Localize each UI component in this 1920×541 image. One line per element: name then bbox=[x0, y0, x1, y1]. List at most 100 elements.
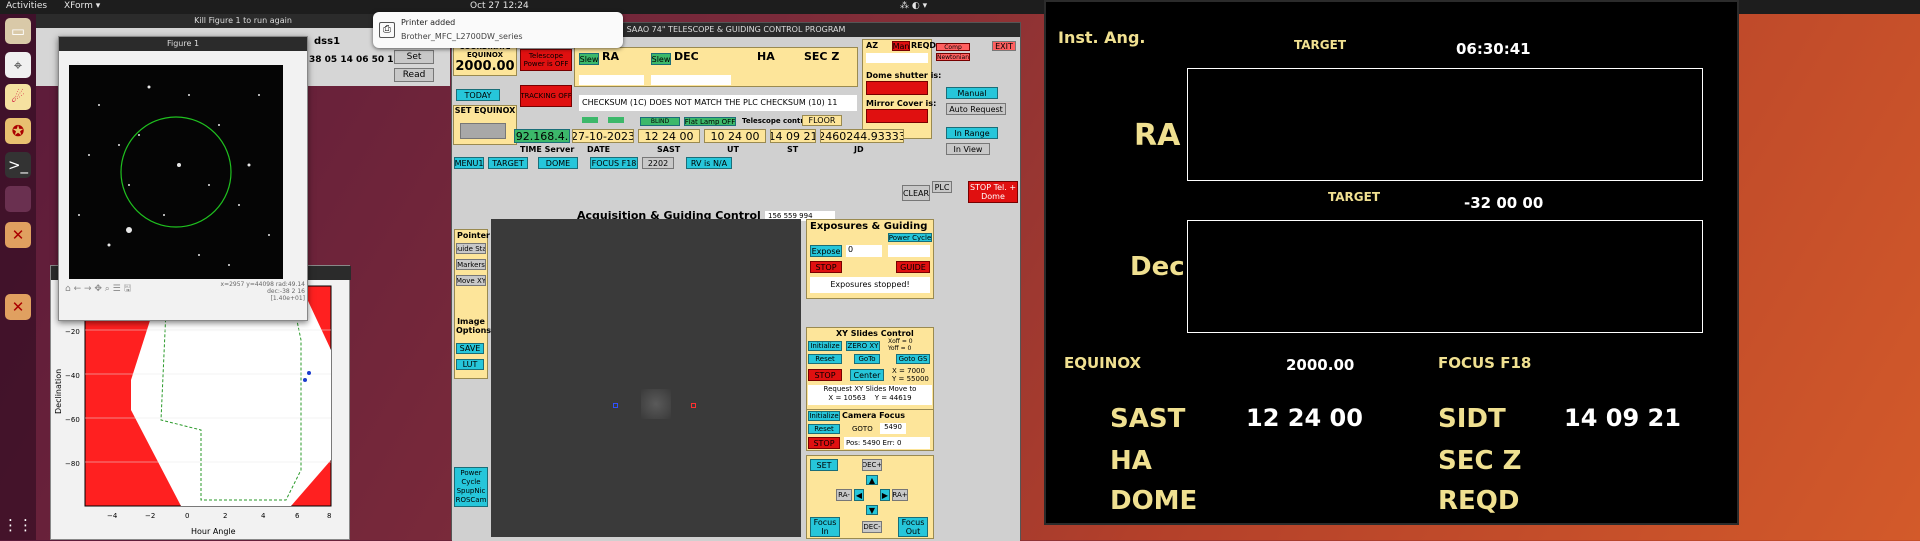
target-label-2: TARGET bbox=[1328, 190, 1381, 204]
ra-display-box bbox=[1187, 68, 1703, 181]
newtonian-indicator[interactable]: Newtonian bbox=[936, 53, 970, 61]
dss-label: dss1 bbox=[314, 36, 341, 47]
ubuntu-icon-2[interactable]: ✕ bbox=[5, 294, 31, 320]
save-button[interactable]: SAVE bbox=[456, 343, 484, 354]
camera-stop-button[interactable]: STOP bbox=[808, 437, 840, 449]
dec-plus-button[interactable]: DEC+ bbox=[862, 459, 882, 471]
terminal-icon[interactable]: >_ bbox=[5, 152, 31, 178]
flat-lamp-indicator[interactable]: Flat Lamp OFF bbox=[684, 117, 736, 126]
guide-button[interactable]: GUIDE bbox=[896, 261, 930, 273]
xy-request: Request XY Slides Move to X = 10563 Y = … bbox=[808, 385, 932, 405]
comp-indicator[interactable]: Comp bbox=[936, 43, 970, 51]
mirror-cover-label: Mirror Cover is: bbox=[866, 99, 937, 108]
menu1-button[interactable]: MENU1 bbox=[454, 157, 484, 169]
target-time: 06:30:41 bbox=[1456, 40, 1531, 58]
files-icon[interactable]: ▭ bbox=[5, 18, 31, 44]
auto-request-button[interactable]: Auto Request bbox=[946, 103, 1006, 115]
arrow-right-icon[interactable]: ▶ bbox=[880, 489, 890, 501]
arrow-left-icon[interactable]: ◀ bbox=[854, 489, 864, 501]
secz-label: SEC Z bbox=[804, 50, 840, 63]
guide-star-button[interactable]: Guide Star bbox=[456, 243, 486, 254]
move-xy-button[interactable]: Move XY bbox=[456, 275, 486, 286]
set-equinox-field[interactable] bbox=[460, 123, 506, 139]
man-button[interactable]: Man bbox=[892, 41, 910, 51]
dock: ▭ ⌖ ☄ ✪ >_ ✕ ✕ ⋮⋮ bbox=[0, 14, 36, 540]
system-tray[interactable]: ⁂ ◐ ▾ bbox=[900, 1, 927, 11]
grid-icon[interactable]: ⋮⋮ bbox=[3, 512, 33, 538]
acquisition-image[interactable] bbox=[491, 219, 801, 537]
slew-ra-button[interactable]: Slew bbox=[579, 53, 599, 65]
arrow-up-icon[interactable]: ▲ bbox=[866, 475, 878, 485]
arrow-down-icon[interactable]: ▼ bbox=[866, 505, 878, 515]
media-icon[interactable]: ✪ bbox=[5, 118, 31, 144]
clock[interactable]: Oct 27 12:24 bbox=[470, 1, 529, 11]
yoff-value: Yoff = 0 bbox=[888, 345, 912, 352]
set-button[interactable]: Set bbox=[394, 50, 434, 64]
focus-in-button[interactable]: Focus In bbox=[810, 517, 840, 537]
stop-tel-dome-button[interactable]: STOP Tel. + Dome bbox=[968, 181, 1018, 203]
slew-dec-button[interactable]: Slew bbox=[651, 53, 671, 65]
clear-button[interactable]: CLEAR bbox=[902, 185, 930, 201]
lut-button[interactable]: LUT bbox=[456, 359, 484, 370]
xy-stop-button[interactable]: STOP bbox=[808, 369, 842, 381]
xtick: 8 bbox=[327, 512, 331, 520]
telescope-icon[interactable]: ⌖ bbox=[5, 52, 31, 78]
dome-button[interactable]: DOME bbox=[538, 157, 578, 169]
reset-button[interactable]: Reset bbox=[808, 354, 842, 364]
power-cycle-button[interactable]: Power Cycle bbox=[888, 233, 932, 242]
dec-minus-button[interactable]: DEC- bbox=[862, 521, 882, 533]
markers-button[interactable]: Markers bbox=[456, 259, 486, 270]
printer-notification[interactable]: ⎙ Printer added Brother_MFC_L2700DW_seri… bbox=[373, 12, 623, 48]
exposure-stop-button[interactable]: STOP bbox=[810, 261, 842, 273]
inst-ang-label: Inst. Ang. bbox=[1058, 28, 1146, 47]
focus-out-button[interactable]: Focus Out bbox=[898, 517, 928, 537]
ha-label: HA bbox=[757, 50, 775, 63]
equinox-label: EQUINOX bbox=[1064, 354, 1142, 372]
ra-field bbox=[579, 75, 644, 85]
blind-indicator: BLIND bbox=[640, 117, 680, 126]
comet-icon[interactable]: ☄ bbox=[5, 84, 31, 110]
xlabel: Hour Angle bbox=[191, 527, 236, 536]
activities-button[interactable]: Activities bbox=[6, 1, 47, 11]
app-menu[interactable]: XForm ▾ bbox=[64, 1, 100, 11]
sast-value: 12 24 00 bbox=[638, 129, 700, 143]
notification-title: Printer added bbox=[401, 18, 456, 27]
initialize-button[interactable]: Initialize bbox=[808, 341, 842, 351]
exposure-field[interactable] bbox=[888, 245, 930, 257]
center-button[interactable]: Center bbox=[850, 369, 884, 381]
camera-reset-button[interactable]: Reset bbox=[808, 424, 840, 434]
ha-label: HA bbox=[1110, 446, 1152, 476]
ra-plus-button[interactable]: RA+ bbox=[892, 489, 908, 501]
xtick: −2 bbox=[145, 512, 155, 520]
plc-button[interactable]: PLC bbox=[932, 181, 952, 193]
camera-initialize-button[interactable]: Initialize bbox=[808, 411, 840, 421]
reqd-label: REQD bbox=[911, 41, 937, 50]
read-button[interactable]: Read bbox=[394, 68, 434, 82]
goto-button[interactable]: GoTo bbox=[854, 354, 880, 364]
manual-button[interactable]: Manual bbox=[946, 87, 998, 99]
exposure-input[interactable]: 0 bbox=[846, 245, 882, 257]
focus-button[interactable]: FOCUS F18 bbox=[590, 157, 638, 169]
zero-xy-button[interactable]: ZERO XY bbox=[846, 341, 880, 351]
xtick: 0 bbox=[185, 512, 189, 520]
guide-star-glow bbox=[641, 389, 671, 419]
today-button[interactable]: TODAY bbox=[456, 89, 500, 101]
ip-address: 192.168.4.5 bbox=[514, 129, 570, 143]
camera-goto-input[interactable]: 5490 bbox=[880, 423, 906, 434]
star-field-image[interactable] bbox=[69, 65, 283, 279]
power-cycle-roscam-button[interactable]: Power Cycle SpupNic ROSCam bbox=[454, 467, 488, 507]
goto-gs-button[interactable]: Goto GS bbox=[896, 354, 930, 364]
time-server-label: TIME Server bbox=[520, 145, 575, 154]
ra-minus-button[interactable]: RA- bbox=[836, 489, 852, 501]
target-button[interactable]: TARGET bbox=[488, 157, 528, 169]
app-icon[interactable] bbox=[5, 186, 31, 212]
exposures-title: Exposures & Guiding bbox=[810, 221, 928, 232]
y-value: Y = 55000 bbox=[892, 375, 929, 383]
dec-label: Dec bbox=[1130, 252, 1185, 282]
exit-button[interactable]: EXIT bbox=[992, 41, 1016, 51]
expose-button[interactable]: Expose bbox=[810, 245, 842, 257]
pad-set-button[interactable]: SET bbox=[810, 459, 838, 471]
figure1-window: Figure 1 ⌂ ← → ✥ ⌕ ☰ 🖫 x=2957 y=44098 ra… bbox=[58, 36, 308, 321]
ubuntu-icon[interactable]: ✕ bbox=[5, 222, 31, 248]
dome-label: DOME bbox=[1110, 486, 1198, 516]
